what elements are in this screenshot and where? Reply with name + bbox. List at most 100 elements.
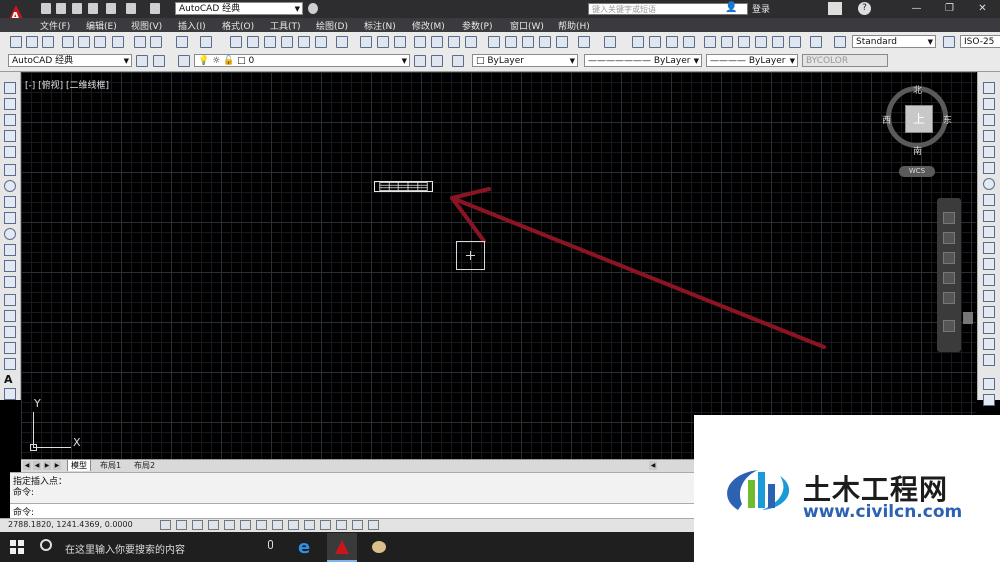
- redo-icon[interactable]: [200, 36, 212, 48]
- break-at-point-icon[interactable]: [983, 258, 995, 270]
- scale-icon[interactable]: [983, 194, 995, 206]
- login-link[interactable]: 登录: [752, 2, 770, 15]
- tool-palettes-icon[interactable]: [264, 36, 276, 48]
- windows-start-icon[interactable]: [10, 540, 24, 554]
- publish-icon[interactable]: [94, 36, 106, 48]
- properties-icon-2[interactable]: [704, 36, 716, 48]
- region-icon[interactable]: [4, 342, 16, 354]
- menu-format[interactable]: 格式(O): [222, 19, 254, 32]
- vertical-scrollbar-thumb[interactable]: [963, 312, 973, 324]
- make-current-layer-icon[interactable]: [414, 55, 426, 67]
- plot-preview-icon-2[interactable]: [431, 36, 443, 48]
- drawn-table-object[interactable]: [374, 181, 433, 192]
- properties-icon[interactable]: [230, 36, 242, 48]
- paste-icon[interactable]: [522, 36, 534, 48]
- copy-icon-2[interactable]: [505, 36, 517, 48]
- block-editor-icon[interactable]: [556, 36, 568, 48]
- dim-style-dropdown[interactable]: ISO-25: [960, 35, 1000, 48]
- undo-icon[interactable]: [126, 3, 136, 14]
- markup-icon-2[interactable]: [772, 36, 784, 48]
- paint-app-icon[interactable]: [364, 533, 394, 562]
- match-properties-icon[interactable]: [539, 36, 551, 48]
- menu-insert[interactable]: 插入(I): [178, 19, 206, 32]
- cut-icon[interactable]: [134, 36, 146, 48]
- plot-preview-icon[interactable]: [78, 36, 90, 48]
- minimize-button[interactable]: —: [900, 0, 933, 18]
- markup-icon[interactable]: [298, 36, 310, 48]
- rectangle-icon[interactable]: [4, 146, 16, 158]
- redo-icon[interactable]: [150, 3, 160, 14]
- 3d-print-icon-2[interactable]: [465, 36, 477, 48]
- grid-display-icon[interactable]: [192, 520, 203, 530]
- new-file-icon[interactable]: [41, 3, 51, 14]
- microphone-icon[interactable]: [268, 540, 273, 549]
- move-icon[interactable]: [983, 162, 995, 174]
- help-search-input[interactable]: 键入关键字或短语: [588, 3, 748, 15]
- draw-order-front-icon[interactable]: [983, 394, 995, 406]
- copy-object-icon[interactable]: [983, 98, 995, 110]
- 3d-print-icon[interactable]: [112, 36, 124, 48]
- erase-icon[interactable]: [983, 82, 995, 94]
- tool-palettes-icon-2[interactable]: [738, 36, 750, 48]
- viewcube-top-face[interactable]: 上: [905, 105, 933, 133]
- layer-dropdown[interactable]: 💡 ☼ 🔓 □ 0 ▼: [194, 54, 410, 67]
- circle-icon[interactable]: [4, 180, 16, 192]
- coordinate-readout[interactable]: 2788.1820, 1241.4369, 0.0000: [8, 520, 133, 529]
- plot-icon[interactable]: [62, 36, 74, 48]
- multiline-text-icon[interactable]: A: [4, 374, 16, 386]
- dynamic-input-icon[interactable]: [304, 520, 315, 530]
- infer-constraints-icon[interactable]: [160, 520, 171, 530]
- steering-wheel-icon[interactable]: [943, 212, 955, 224]
- polygon-icon[interactable]: [4, 130, 16, 142]
- dim-style-icon[interactable]: [943, 36, 955, 48]
- lineweight-toggle-icon[interactable]: [320, 520, 331, 530]
- zoom-previous-icon[interactable]: [683, 36, 695, 48]
- stretch-icon[interactable]: [983, 210, 995, 222]
- save-icon[interactable]: [42, 36, 54, 48]
- quick-properties-icon[interactable]: [352, 520, 363, 530]
- design-center-icon-2[interactable]: [721, 36, 733, 48]
- revision-cloud-icon[interactable]: [4, 196, 16, 208]
- polar-tracking-icon[interactable]: [224, 520, 235, 530]
- ellipse-icon[interactable]: [4, 228, 16, 240]
- help-button[interactable]: ?: [858, 2, 871, 15]
- undo-icon[interactable]: [176, 36, 188, 48]
- compass-east[interactable]: 东: [943, 113, 952, 126]
- break-icon[interactable]: [983, 274, 995, 286]
- color-dropdown[interactable]: □ ByLayer ▼: [472, 54, 578, 67]
- chamfer-icon[interactable]: [983, 306, 995, 318]
- sheet-set-icon-2[interactable]: [755, 36, 767, 48]
- new-icon-2[interactable]: [360, 36, 372, 48]
- copy-icon[interactable]: [150, 36, 162, 48]
- help-icon-2[interactable]: [810, 36, 822, 48]
- line-icon[interactable]: [4, 82, 16, 94]
- menu-draw[interactable]: 绘图(D): [316, 19, 348, 32]
- menu-window[interactable]: 窗口(W): [510, 19, 544, 32]
- plot-icon[interactable]: [106, 3, 116, 14]
- make-block-icon[interactable]: [4, 276, 16, 288]
- save-as-icon[interactable]: [88, 3, 98, 14]
- selection-cycling-icon[interactable]: [368, 520, 379, 530]
- rotate-icon[interactable]: [983, 178, 995, 190]
- calculator-icon[interactable]: [315, 36, 327, 48]
- layer-previous-icon[interactable]: [431, 55, 443, 67]
- zoom-window-icon[interactable]: [666, 36, 678, 48]
- horizontal-scroll-left[interactable]: ◀: [649, 461, 657, 470]
- object-snap-tracking-icon[interactable]: [272, 520, 283, 530]
- menu-dimension[interactable]: 标注(N): [364, 19, 396, 32]
- taskbar-search-input[interactable]: 在这里输入你要搜索的内容: [65, 541, 185, 556]
- layer-states-icon[interactable]: [452, 55, 464, 67]
- add-selected-icon[interactable]: [4, 388, 16, 400]
- tab-last-button[interactable]: ▶: [53, 461, 61, 470]
- blend-curves-icon[interactable]: [983, 338, 995, 350]
- fillet-icon[interactable]: [983, 322, 995, 334]
- workspace-switch-dropdown[interactable]: AutoCAD 经典 ▼: [175, 2, 303, 15]
- text-style-dropdown[interactable]: Standard ▼: [852, 35, 936, 48]
- share-icon[interactable]: [308, 3, 318, 14]
- pan-icon[interactable]: [632, 36, 644, 48]
- tab-model[interactable]: 模型: [67, 460, 91, 471]
- object-snap-icon[interactable]: [240, 520, 251, 530]
- join-icon[interactable]: [983, 290, 995, 302]
- gradient-icon[interactable]: [4, 326, 16, 338]
- help-icon[interactable]: [336, 36, 348, 48]
